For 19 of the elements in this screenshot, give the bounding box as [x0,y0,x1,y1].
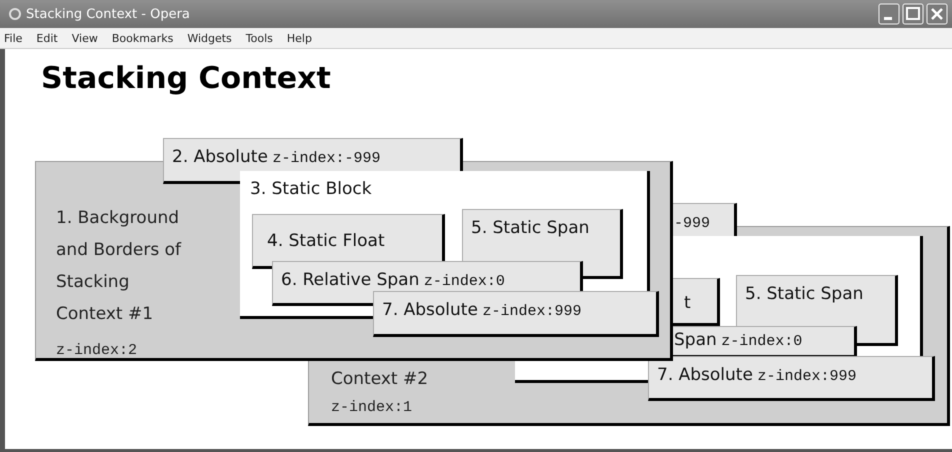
menu-item[interactable]: Bookmarks [112,32,174,44]
z-index-label: z-index:2 [56,342,138,359]
absolute-box: 7. Absolute z-index:999 [648,356,935,401]
menu-item[interactable]: Help [286,32,312,44]
page-heading: Stacking Context [41,61,331,96]
menu-item[interactable]: Tools [246,32,273,44]
context-label: 1. Background and Borders of Stacking Context #1 [56,207,182,326]
context-label: Context #2 [331,368,428,391]
app-icon [8,7,22,21]
menu-item[interactable]: Edit [36,32,58,44]
close-icon[interactable] [926,3,948,25]
menu-item[interactable]: Widgets [187,32,232,44]
absolute-box: 7. Absolute z-index:999 [373,291,659,337]
z-index-label: z-index:1 [331,399,412,416]
menu-item[interactable]: View [72,32,98,44]
minimize-icon[interactable] [878,3,900,25]
maximize-icon[interactable] [902,3,924,25]
menu-item[interactable]: File [4,32,22,44]
window-title: Stacking Context - Opera [26,6,190,22]
